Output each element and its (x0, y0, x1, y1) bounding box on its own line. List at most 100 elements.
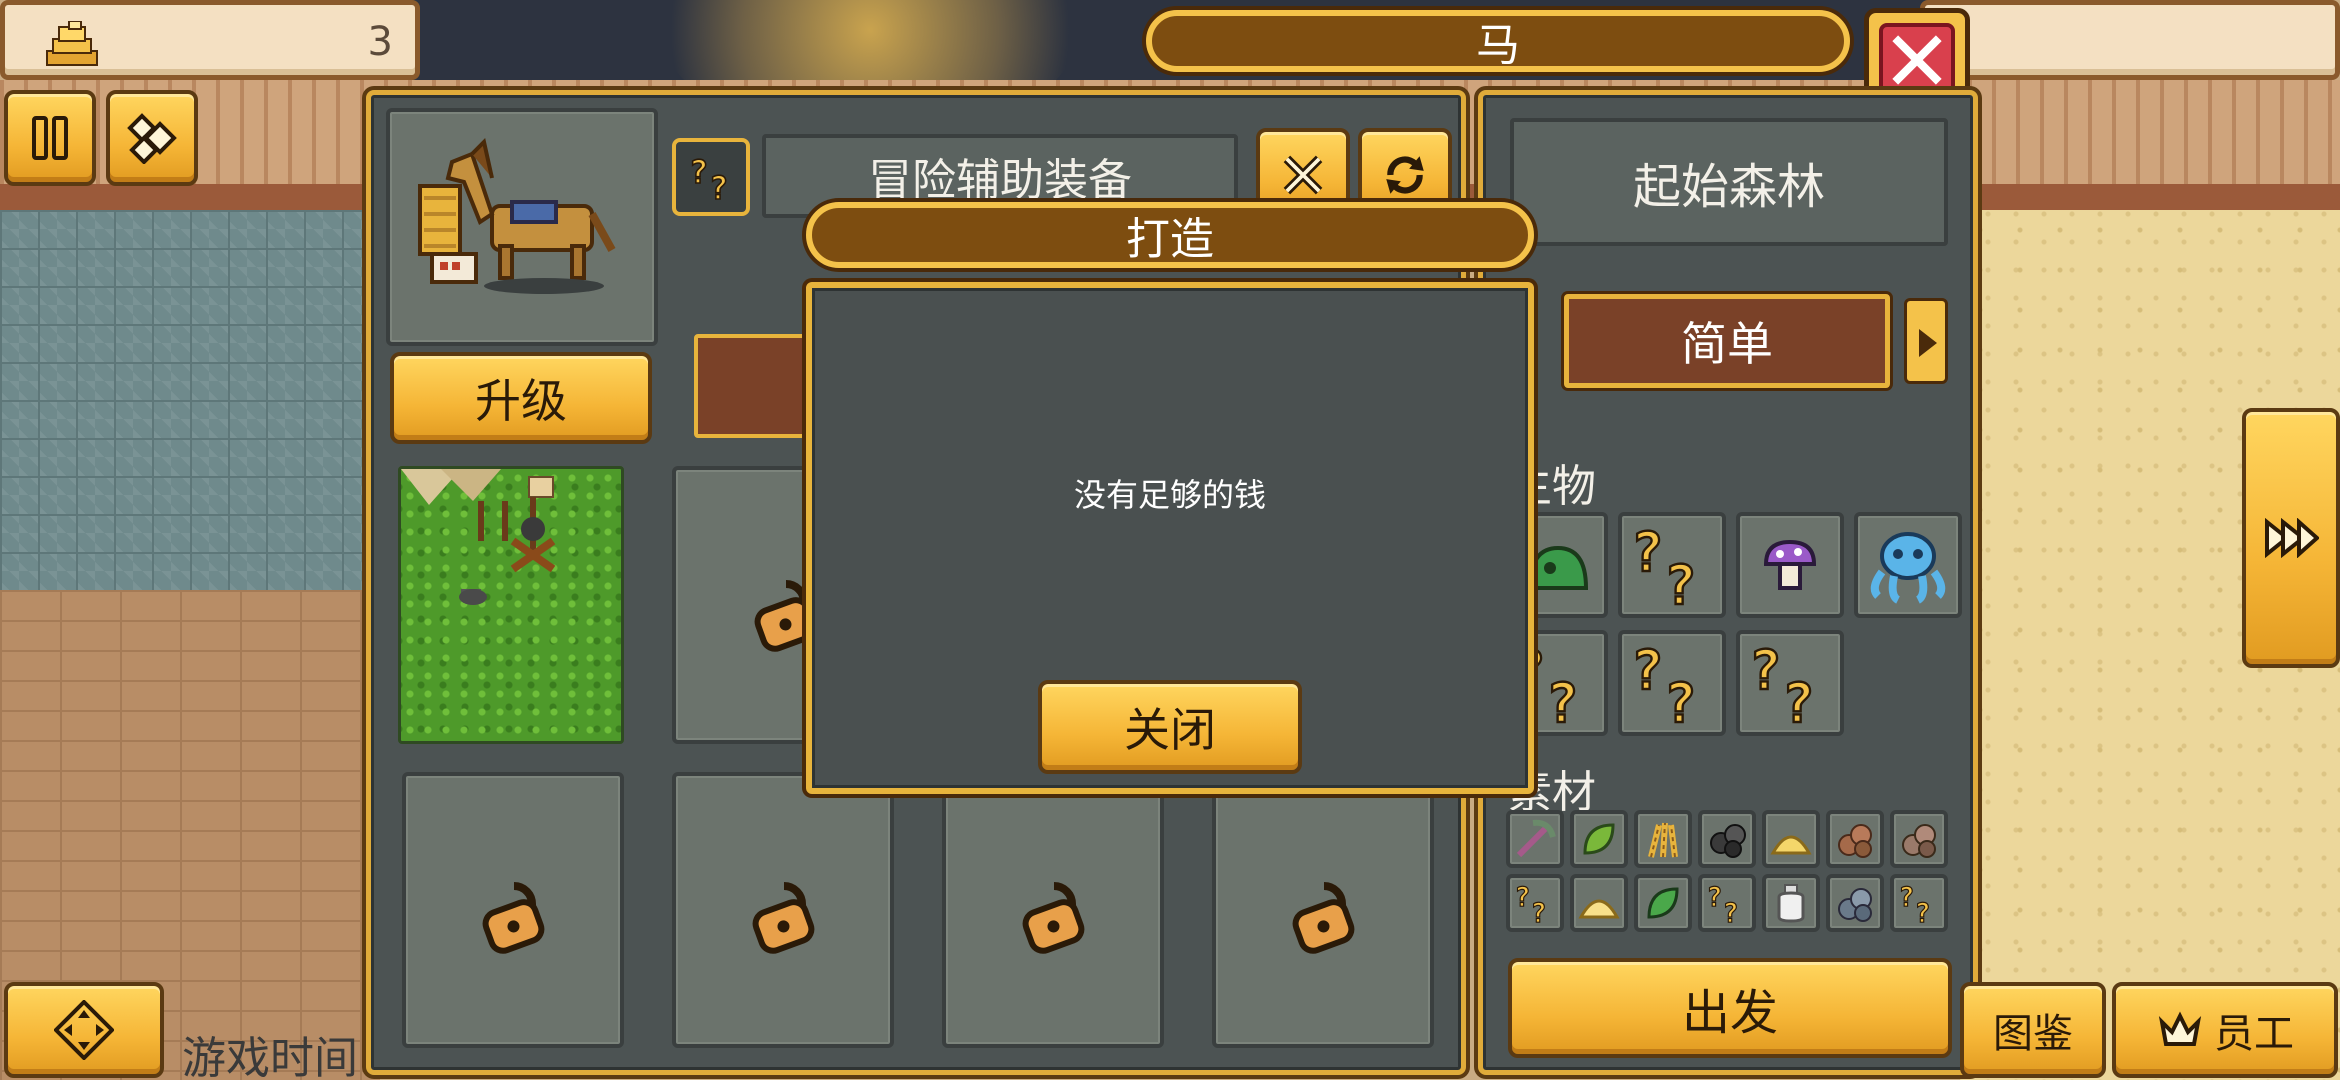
material-slot[interactable] (1762, 874, 1820, 932)
svg-text:?: ? (1706, 882, 1722, 913)
creature-slot[interactable] (1854, 512, 1962, 618)
close-icon (1892, 35, 1942, 85)
lock-icon (1292, 882, 1355, 954)
move-button[interactable] (4, 982, 164, 1078)
material-slot[interactable] (1698, 810, 1756, 868)
dex-button[interactable]: 图鉴 (1960, 982, 2106, 1078)
svg-text:?: ? (1631, 639, 1664, 702)
material-slot[interactable] (1762, 810, 1820, 868)
lock-icon (482, 882, 545, 954)
depart-button[interactable]: 出发 (1508, 958, 1952, 1058)
station-portrait-slot (386, 108, 658, 346)
modal-title-text: 打造 (1126, 214, 1214, 265)
category-help-button[interactable]: ? ? (672, 138, 750, 216)
modal-message: 没有足够的钱 (1073, 476, 1266, 514)
creature-slot-unknown[interactable]: ? ? (1618, 512, 1726, 618)
question-icon: ? ? (688, 152, 729, 203)
coin-counter-bar: 3 (0, 0, 420, 80)
staff-button[interactable]: 员工 (2112, 982, 2338, 1078)
material-slot[interactable] (1826, 810, 1884, 868)
material-slot-unknown[interactable]: ?? (1698, 874, 1756, 932)
svg-text:?: ? (689, 153, 708, 191)
material-slot[interactable] (1570, 810, 1628, 868)
sand-pile-icon (1770, 835, 1812, 855)
material-slot[interactable] (1634, 874, 1692, 932)
difficulty-next-button[interactable] (1904, 298, 1948, 384)
lock-icon (1022, 882, 1085, 954)
difficulty-field[interactable]: 简单 (1564, 294, 1890, 388)
modal-title: 打造 (806, 202, 1534, 268)
jar-icon (1777, 884, 1805, 923)
material-slot[interactable] (1506, 810, 1564, 868)
move-arrows-icon (54, 1000, 114, 1060)
workshop-scene-image (398, 466, 624, 744)
blue-octopus-icon (1870, 532, 1946, 604)
svg-text:?: ? (1664, 672, 1697, 728)
close-window-face (1879, 23, 1955, 97)
coal-icon (1710, 824, 1746, 858)
svg-text:?: ? (1723, 898, 1739, 925)
leaf-icon (1583, 823, 1615, 855)
material-slot-unknown[interactable]: ?? (1506, 874, 1564, 932)
pause-button[interactable] (4, 90, 96, 186)
svg-text:?: ? (1546, 672, 1579, 728)
staff-button-label: 员工 (2214, 1011, 2294, 1057)
svg-text:?: ? (1631, 521, 1664, 584)
craft-slot-locked[interactable] (402, 772, 624, 1048)
top-right-bar (1920, 0, 2340, 80)
lock-icon (752, 882, 815, 954)
iron-ore-icon (1838, 888, 1872, 922)
upgrade-button-label: 升级 (475, 374, 567, 428)
page-title: 马 (1146, 10, 1850, 72)
modal-close-label: 关闭 (1124, 703, 1216, 757)
material-slot[interactable] (1634, 810, 1692, 868)
upgrade-button[interactable]: 升级 (390, 352, 652, 444)
gems-button[interactable] (106, 90, 198, 186)
region-field[interactable]: 起始森林 (1510, 118, 1948, 246)
question-icon: ? ? (1630, 638, 1698, 728)
material-slot-unknown[interactable]: ?? (1890, 874, 1948, 932)
stone-floor-background (0, 210, 380, 590)
depart-button-label: 出发 (1681, 985, 1778, 1041)
svg-text:?: ? (1782, 672, 1815, 728)
next-page-button[interactable] (2242, 408, 2340, 668)
question-icon: ? ? (1748, 638, 1816, 728)
question-icon: ?? (1898, 881, 1931, 925)
gems-icon (127, 113, 177, 164)
coin-stack-icon (46, 21, 98, 66)
material-slot[interactable] (1890, 810, 1948, 868)
purple-mushroom-icon (1763, 539, 1817, 590)
clay-icon (1838, 824, 1872, 858)
craft-slot-locked[interactable] (942, 772, 1164, 1048)
modal-close-button[interactable]: 关闭 (1038, 680, 1302, 774)
page-title-text: 马 (1476, 20, 1520, 71)
svg-text:?: ? (1664, 554, 1697, 610)
creature-slot[interactable] (1736, 512, 1844, 618)
fast-forward-icon (2265, 518, 2319, 558)
dex-button-label: 图鉴 (1993, 1011, 2073, 1057)
region-label: 起始森林 (1632, 159, 1825, 215)
pause-icon (32, 116, 68, 160)
pickaxe-icon (1516, 819, 1556, 858)
game-time-label: 游戏时间 (182, 1033, 358, 1080)
ore-icon (1902, 824, 1936, 858)
category-label: 冒险辅助装备 (868, 155, 1132, 206)
refresh-icon (1386, 156, 1424, 194)
svg-text:?: ? (1514, 882, 1530, 913)
horse-station-icon (418, 138, 616, 294)
svg-text:?: ? (709, 169, 728, 203)
svg-text:?: ? (1915, 898, 1931, 925)
x-icon (1283, 155, 1323, 195)
svg-text:?: ? (1531, 898, 1547, 925)
flour-pile-icon (1578, 899, 1620, 919)
material-slot[interactable] (1826, 874, 1884, 932)
material-slot[interactable] (1570, 874, 1628, 932)
creature-slot-unknown[interactable]: ? ? (1736, 630, 1844, 736)
question-icon: ?? (1514, 881, 1547, 925)
creature-slot-unknown[interactable]: ? ? (1618, 630, 1726, 736)
svg-text:?: ? (1898, 882, 1914, 913)
craft-slot-locked[interactable] (672, 772, 894, 1048)
campfire-scene-icon (401, 469, 556, 605)
difficulty-label: 简单 (1681, 317, 1773, 371)
craft-slot-locked[interactable] (1212, 772, 1434, 1048)
